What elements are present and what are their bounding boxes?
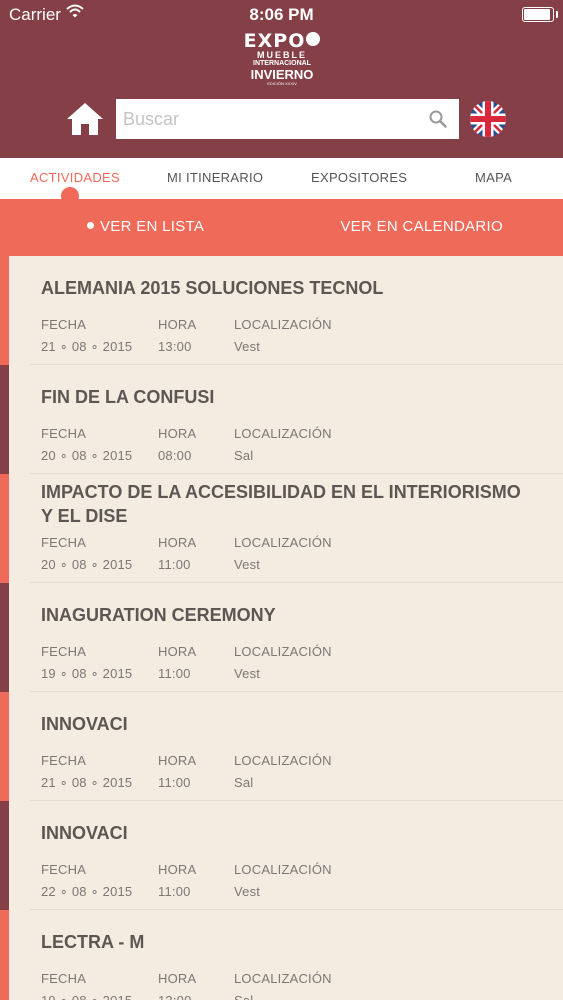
localizacion-label: LOCALIZACIÓN xyxy=(234,535,332,550)
hora-value: 11:00 xyxy=(158,884,191,899)
hora-value: 08:00 xyxy=(158,448,192,463)
row-stripe xyxy=(0,256,9,365)
activity-title: INNOVACI xyxy=(41,714,128,734)
row-stripe xyxy=(0,910,9,1000)
fecha-value: 20 ∘ 08 ∘ 2015 xyxy=(41,448,133,463)
app-header: Carrier 8:06 PM EXPO MUEBLE INTERNACIONA… xyxy=(0,0,563,158)
localizacion-label: LOCALIZACIÓN xyxy=(234,317,332,332)
row-stripe xyxy=(0,474,9,583)
hora-label: HORA xyxy=(158,644,197,659)
localizacion-value: Sal xyxy=(234,448,254,463)
activity-row[interactable]: INAGURATION CEREMONY FECHA HORA LOCALIZACIÓ… xyxy=(0,583,563,692)
row-stripe xyxy=(0,801,9,910)
localizacion-label: LOCALIZACIÓN xyxy=(234,971,332,986)
tab-mi-itinerario[interactable]: MI ITINERARIO xyxy=(167,170,263,185)
hora-label: HORA xyxy=(158,317,197,332)
activity-row[interactable]: ALEMANIA 2015 SOLUCIONES TECNOL FECHA HORA… xyxy=(0,256,563,365)
hora-label: HORA xyxy=(158,862,197,877)
localizacion-value: Sal xyxy=(234,775,254,790)
activity-title: INNOVACI xyxy=(41,823,128,843)
fecha-label: FECHA xyxy=(41,535,87,550)
localizacion-label: LOCALIZACIÓN xyxy=(234,862,332,877)
fecha-value: 21 ∘ 08 ∘ 2015 xyxy=(41,775,133,790)
hora-value: 11:00 xyxy=(158,775,191,790)
localizacion-label: LOCALIZACIÓN xyxy=(234,426,332,441)
tab-expositores[interactable]: EXPOSITORES xyxy=(311,170,407,185)
hora-label: HORA xyxy=(158,753,197,768)
localizacion-value: Sal xyxy=(234,993,253,1000)
localizacion-value: Vest xyxy=(234,884,261,899)
tab-mapa[interactable]: MAPA xyxy=(475,170,512,185)
status-time: 8:06 PM xyxy=(249,5,314,24)
activity-row[interactable]: LECTRA - M FECHA HORA LOCALIZACIÓN 19 ∘ 08 ∘… xyxy=(0,910,563,1000)
activity-list: ALEMANIA 2015 SOLUCIONES TECNOL FECHA HORA… xyxy=(0,256,563,1000)
activity-row[interactable]: FIN DE LA CONFUSI FECHA HORA LOCALIZACIÓN 20… xyxy=(0,365,563,474)
activity-row[interactable]: INNOVACI FECHA HORA LOCALIZACIÓN 22 ∘ 08 ∘ 2… xyxy=(0,801,563,910)
localizacion-value: Vest xyxy=(234,339,261,354)
uk-flag-icon[interactable] xyxy=(470,101,506,137)
search-icon[interactable] xyxy=(429,110,447,128)
hora-label: HORA xyxy=(158,426,197,441)
status-bar: Carrier 8:06 PM xyxy=(0,0,563,30)
view-list-button[interactable]: VER EN LISTA xyxy=(87,218,204,235)
fecha-label: FECHA xyxy=(41,317,87,332)
fecha-label: FECHA xyxy=(41,426,87,441)
fecha-value: 22 ∘ 08 ∘ 2015 xyxy=(41,884,133,899)
main-tabs: ACTIVIDADES MI ITINERARIO EXPOSITORES MA… xyxy=(0,158,563,199)
activity-title: INAGURATION CEREMONY xyxy=(41,605,276,625)
localizacion-value: Vest xyxy=(234,557,261,572)
fecha-value: 19 ∘ 08 ∘ 2015 xyxy=(41,993,132,1000)
hora-value: 11:00 xyxy=(158,666,191,681)
selected-dot-icon xyxy=(87,222,94,229)
localizacion-value: Vest xyxy=(234,666,261,681)
fecha-label: FECHA xyxy=(41,971,87,986)
hora-value: 11:00 xyxy=(158,557,191,572)
view-toggle-bar: VER EN LISTA VER EN CALENDARIO xyxy=(0,199,563,256)
tab-actividades[interactable]: ACTIVIDADES xyxy=(30,170,120,185)
activity-title: FIN DE LA CONFUSI xyxy=(41,387,215,407)
expo-mueble-logo: EXPO MUEBLE INTERNACIONAL INVIERNO EDICI… xyxy=(230,32,334,86)
activity-row[interactable]: IMPACTO DE LA ACCESIBILIDAD EN EL INTERI… xyxy=(0,474,563,583)
fecha-label: FECHA xyxy=(41,753,87,768)
search-box[interactable] xyxy=(116,99,459,139)
row-stripe xyxy=(0,583,9,692)
hora-label: HORA xyxy=(158,971,197,986)
battery-icon xyxy=(522,7,558,22)
localizacion-label: LOCALIZACIÓN xyxy=(234,753,332,768)
fecha-label: FECHA xyxy=(41,644,87,659)
hora-value: 13:00 xyxy=(158,339,192,354)
fecha-value: 20 ∘ 08 ∘ 2015 xyxy=(41,557,133,572)
hora-value: 13:00 xyxy=(158,993,192,1000)
row-stripe xyxy=(0,692,9,801)
activity-title: ALEMANIA 2015 SOLUCIONES TECNOL xyxy=(41,278,384,298)
activity-title: LECTRA - M xyxy=(41,932,145,952)
search-input[interactable] xyxy=(116,99,416,139)
activity-row[interactable]: INNOVACI FECHA HORA LOCALIZACIÓN 21 ∘ 08 ∘ 2… xyxy=(0,692,563,801)
fecha-value: 21 ∘ 08 ∘ 2015 xyxy=(41,339,133,354)
fecha-label: FECHA xyxy=(41,862,87,877)
fecha-value: 19 ∘ 08 ∘ 2015 xyxy=(41,666,133,681)
activity-title: IMPACTO DE LA ACCESIBILIDAD EN EL INTERI… xyxy=(41,482,521,526)
view-calendar-button[interactable]: VER EN CALENDARIO xyxy=(340,218,503,235)
row-stripe xyxy=(0,365,9,474)
localizacion-label: LOCALIZACIÓN xyxy=(234,644,332,659)
home-icon[interactable] xyxy=(66,102,104,136)
hora-label: HORA xyxy=(158,535,197,550)
